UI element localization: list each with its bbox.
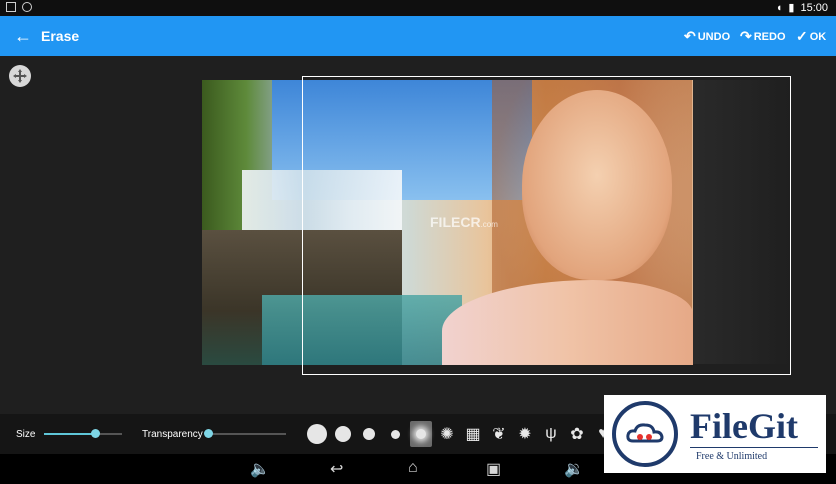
- ok-label: OK: [809, 30, 827, 43]
- android-notification-icon: [22, 2, 32, 12]
- brush-circle-soft-icon[interactable]: [358, 421, 380, 447]
- check-icon: ✓: [796, 28, 808, 44]
- redo-icon: ↷: [740, 28, 752, 44]
- transparency-slider-thumb[interactable]: [204, 429, 213, 438]
- ok-button[interactable]: ✓ OK: [796, 28, 826, 45]
- brush-circle-medium-icon[interactable]: [332, 421, 354, 447]
- gallery-notification-icon: [6, 2, 16, 12]
- volume-down-icon[interactable]: 🔈: [250, 459, 270, 479]
- status-bar: ◖ ▮ 15:00: [0, 0, 836, 16]
- brush-grass-icon[interactable]: ψ: [540, 421, 562, 447]
- undo-label: UNDO: [697, 30, 731, 43]
- volume-up-icon[interactable]: 🔉: [564, 459, 584, 479]
- brush-bug-icon[interactable]: ✹: [514, 421, 536, 447]
- back-arrow-icon[interactable]: ←: [12, 25, 34, 47]
- brush-circle-glow-icon[interactable]: [410, 421, 432, 447]
- filegit-logo-icon: [612, 401, 678, 467]
- brush-leaf-stroke-icon[interactable]: ❦: [488, 421, 510, 447]
- size-slider-fill: [44, 433, 95, 435]
- filegit-name: FileGit: [690, 406, 798, 446]
- transparency-slider[interactable]: [204, 429, 286, 438]
- home-nav-icon[interactable]: ⌂: [408, 459, 418, 477]
- status-time: 15:00: [800, 1, 828, 14]
- page-title: Erase: [41, 28, 80, 44]
- size-slider-thumb[interactable]: [90, 429, 100, 438]
- brush-circle-large-icon[interactable]: [306, 421, 328, 447]
- back-nav-icon[interactable]: ↩: [330, 459, 343, 479]
- undo-icon: ↶: [684, 28, 696, 44]
- size-slider[interactable]: [44, 429, 122, 438]
- wifi-icon: ◖: [775, 1, 783, 14]
- brush-texture-icon[interactable]: ▦: [462, 421, 484, 447]
- filegit-tagline: Free & Unlimited: [696, 451, 768, 462]
- undo-button[interactable]: ↶ UNDO: [684, 28, 730, 45]
- brush-maple-leaf-icon[interactable]: ✿: [566, 421, 588, 447]
- move-icon[interactable]: [9, 65, 31, 87]
- redo-label: REDO: [753, 30, 786, 43]
- editing-canvas[interactable]: FILECR.com: [0, 56, 836, 414]
- brush-list: ✺ ▦ ❦ ✹ ψ ✿ ♥ ♡: [306, 421, 640, 447]
- selection-frame[interactable]: [302, 76, 791, 375]
- filegit-divider: [690, 447, 818, 448]
- redo-button[interactable]: ↷ REDO: [740, 28, 786, 45]
- brush-splatter-icon[interactable]: ✺: [436, 421, 458, 447]
- size-label: Size: [16, 429, 36, 440]
- recents-nav-icon[interactable]: ▣: [486, 459, 501, 479]
- transparency-label: Transparency: [142, 429, 203, 440]
- filegit-badge: FileGit Free & Unlimited: [604, 395, 826, 473]
- app-bar: ← Erase ↶ UNDO ↷ REDO ✓ OK: [0, 16, 836, 56]
- battery-icon: ▮: [788, 2, 795, 14]
- brush-circle-small-icon[interactable]: [384, 421, 406, 447]
